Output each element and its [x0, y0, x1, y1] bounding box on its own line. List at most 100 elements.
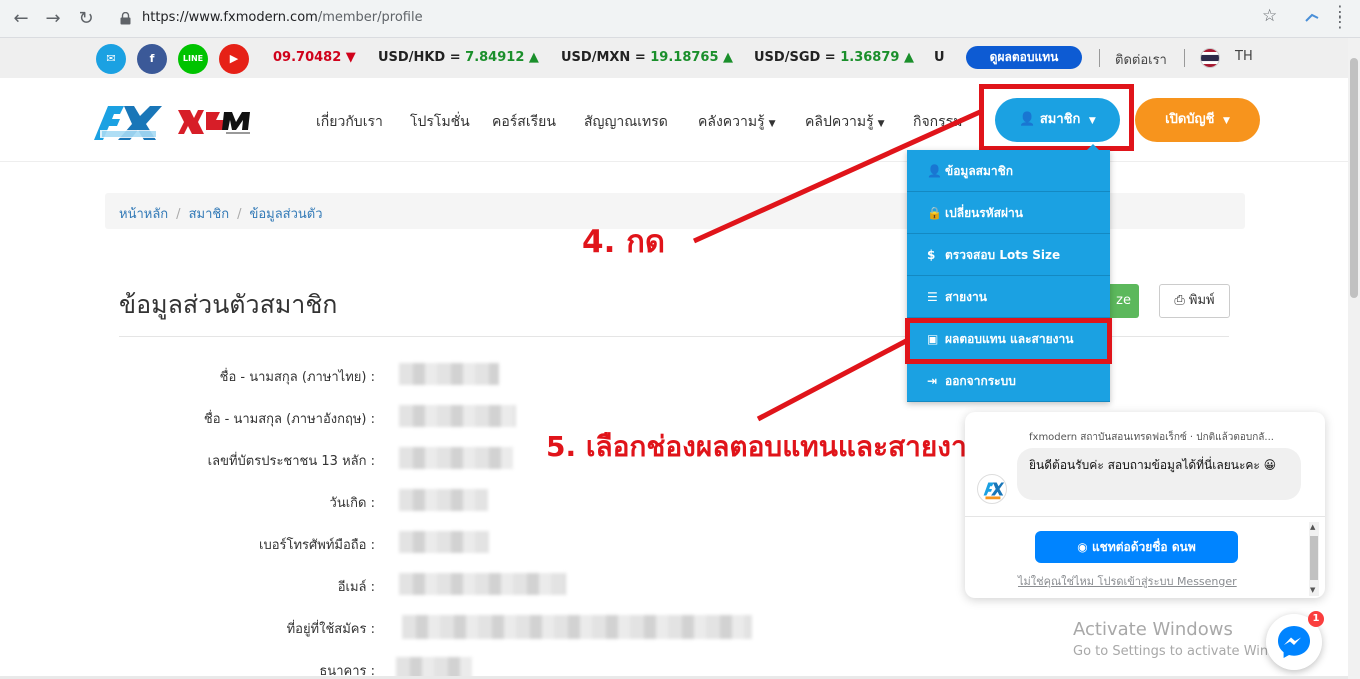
ticker-pair: USD/MXN =	[561, 50, 651, 65]
redacted-value	[399, 447, 513, 469]
fxmodern-logo[interactable]	[90, 100, 170, 144]
redacted-value	[399, 405, 516, 427]
scroll-up-icon[interactable]: ▲	[1310, 523, 1315, 531]
facebook-icon[interactable]: f	[137, 44, 167, 74]
dropdown-item[interactable]: $ ตรวจสอบ Lots Size	[907, 234, 1110, 276]
dropdown-item[interactable]: ⇥ ออกจากระบบ	[907, 360, 1110, 402]
list-icon: ☰	[927, 290, 938, 304]
ticker-value: 09.70482 ▼	[273, 50, 356, 65]
nav-item[interactable]: คลังความรู้ ▼	[698, 111, 776, 133]
caret-down-icon: ▼	[877, 119, 885, 129]
messenger-login-link[interactable]: ไม่ใช่คุณใช่ไหม โปรดเข้าสู่ระบบ Messenge…	[1018, 572, 1237, 590]
nav-item-label: คลังความรู้	[698, 114, 765, 130]
reload-icon[interactable]: ↻	[74, 7, 98, 31]
open-account-label: เปิดบัญชี	[1165, 112, 1215, 127]
email-icon[interactable]: ✉	[96, 44, 126, 74]
extension-icon[interactable]	[1303, 9, 1321, 27]
language-selector[interactable]: TH	[1235, 49, 1253, 64]
page-title: ข้อมูลส่วนตัวสมาชิก	[119, 290, 338, 319]
browser-toolbar: ← → ↻ https://www.fxmodern.com/member/pr…	[0, 0, 1360, 38]
screen: ← → ↻ https://www.fxmodern.com/member/pr…	[0, 0, 1360, 679]
messenger-chat-widget: fxmodern สถาบันสอนเทรดฟอเร็กซ์ · ปกติแล้…	[965, 412, 1325, 598]
ticker-value: 1.36879 ▲	[840, 50, 914, 65]
nav-item[interactable]: สัญญาณเทรด	[584, 111, 668, 133]
nav-item-label: โปรโมชั่น	[410, 114, 470, 130]
redacted-value	[399, 573, 566, 595]
url-path: /member/profile	[317, 10, 423, 25]
url-host: https://www.fxmodern.com	[142, 10, 318, 25]
ticker-value: 19.18765 ▲	[650, 50, 734, 65]
nav-item-label: คอร์สเรียน	[492, 114, 556, 130]
scroll-down-icon[interactable]: ▼	[1310, 586, 1315, 594]
browser-menu-icon[interactable]: ⋮ ⋮	[1332, 4, 1348, 30]
print-button[interactable]: ⎙ พิมพ์	[1159, 284, 1230, 318]
continue-chat-button[interactable]: ◉ แชทต่อด้วยชื่อ ดนพ	[1035, 531, 1238, 563]
page-scrollbar[interactable]	[1348, 38, 1360, 679]
forward-icon[interactable]: →	[41, 7, 65, 31]
caret-down-icon: ▼	[768, 119, 776, 129]
breadcrumb-member[interactable]: สมาชิก	[189, 207, 230, 222]
continue-chat-label: แชทต่อด้วยชื่อ ดนพ	[1091, 540, 1196, 554]
site-header: เกี่ยวกับเรา โปรโมชั่น คอร์สเรียน สัญญาณเทร…	[0, 78, 1348, 162]
member-dropdown-menu: 👤 ข้อมูลสมาชิก 🔒 เปลี่ยนรหัสผ่าน $ ตรวจสอบ Lo…	[907, 144, 1110, 402]
breadcrumb-home[interactable]: หน้าหลัก	[119, 207, 168, 222]
notification-badge: 1	[1308, 611, 1324, 627]
nav-item[interactable]: คลิปความรู้ ▼	[805, 111, 885, 133]
scrollbar-thumb[interactable]	[1350, 58, 1358, 298]
nav-item[interactable]: คอร์สเรียน	[492, 111, 556, 133]
xm-logo[interactable]	[176, 106, 260, 136]
windows-watermark-title: Activate Windows	[1073, 619, 1233, 640]
contact-link[interactable]: ติดต่อเรา	[1115, 49, 1167, 70]
divider	[965, 516, 1325, 517]
youtube-icon[interactable]: ▶	[219, 44, 249, 74]
back-icon[interactable]: ←	[9, 7, 33, 31]
breadcrumb-separator: /	[176, 207, 181, 222]
redacted-value	[402, 615, 752, 639]
address-bar[interactable]: https://www.fxmodern.com/member/profile	[108, 5, 1290, 33]
print-label: พิมพ์	[1188, 293, 1215, 308]
dropdown-item[interactable]: 👤 ข้อมูลสมาชิก	[907, 150, 1110, 192]
dropdown-item[interactable]: 🔒 เปลี่ยนรหัสผ่าน	[907, 192, 1110, 234]
breadcrumb-separator: /	[237, 207, 242, 222]
ticker-cut-text: U	[934, 50, 945, 65]
bookmark-star-icon[interactable]: ☆	[1262, 6, 1277, 26]
user-icon: 👤	[927, 164, 942, 178]
field-label: เลขที่บัตรประชาชน 13 หลัก :	[207, 454, 375, 469]
line-icon[interactable]: LINE	[178, 44, 208, 74]
thai-flag-icon[interactable]	[1200, 48, 1220, 68]
ticker-pair: USD/SGD =	[754, 50, 841, 65]
lock-icon	[120, 12, 131, 25]
nav-item-label: คลิปความรู้	[805, 114, 874, 130]
chat-greeting-bubble: ยินดีต้อนรับค่ะ สอบถามข้อมูลได้ที่นี่เลย…	[1017, 448, 1301, 500]
ticker-quote: USD/HKD = 7.84912 ▲	[378, 50, 539, 65]
chat-scrollbar[interactable]: ▲ ▼	[1309, 522, 1319, 596]
nav-item[interactable]: โปรโมชั่น	[410, 111, 470, 133]
nav-item-label: เกี่ยวกับเรา	[316, 114, 383, 130]
printer-icon: ⎙	[1174, 293, 1185, 308]
dollar-icon: $	[927, 248, 936, 262]
annotation-box-rewards	[905, 318, 1112, 364]
annotation-step-5: 5. เลือกช่องผลตอบแทนและสายงาน	[546, 430, 986, 463]
ticker-pair: USD/HKD =	[378, 50, 466, 65]
dropdown-item-label: สายงาน	[945, 290, 987, 304]
ticker-quote: 09.70482 ▼	[273, 50, 356, 65]
breadcrumb-profile: ข้อมูลส่วนตัว	[249, 207, 323, 222]
open-account-button[interactable]: เปิดบัญชี ▼	[1135, 98, 1260, 142]
divider	[1099, 49, 1100, 67]
nav-item[interactable]: กิจกรรม	[913, 111, 962, 133]
dropdown-item-label: ข้อมูลสมาชิก	[945, 164, 1014, 178]
ticker-bar: ✉ f LINE ▶ 09.70482 ▼ USD/HKD = 7.84912 ▲ USD…	[0, 38, 1348, 78]
field-label: ชื่อ - นามสกุล (ภาษาไทย) :	[219, 370, 375, 385]
chat-avatar	[977, 474, 1007, 504]
annotation-box-member	[979, 84, 1134, 151]
messenger-icon: ◉	[1077, 540, 1088, 554]
sign-out-icon: ⇥	[927, 374, 938, 388]
divider	[1184, 49, 1185, 67]
dropdown-item[interactable]: ☰ สายงาน	[907, 276, 1110, 318]
ticker-quote: USD/SGD = 1.36879 ▲	[754, 50, 914, 65]
ticker-quote: USD/MXN = 19.18765 ▲	[561, 50, 733, 65]
chat-scroll-thumb[interactable]	[1310, 536, 1318, 580]
nav-item[interactable]: เกี่ยวกับเรา	[316, 111, 383, 133]
view-rewards-button[interactable]: ดูผลตอบแทน	[966, 46, 1082, 69]
dropdown-item-label: ตรวจสอบ Lots Size	[945, 248, 1061, 262]
